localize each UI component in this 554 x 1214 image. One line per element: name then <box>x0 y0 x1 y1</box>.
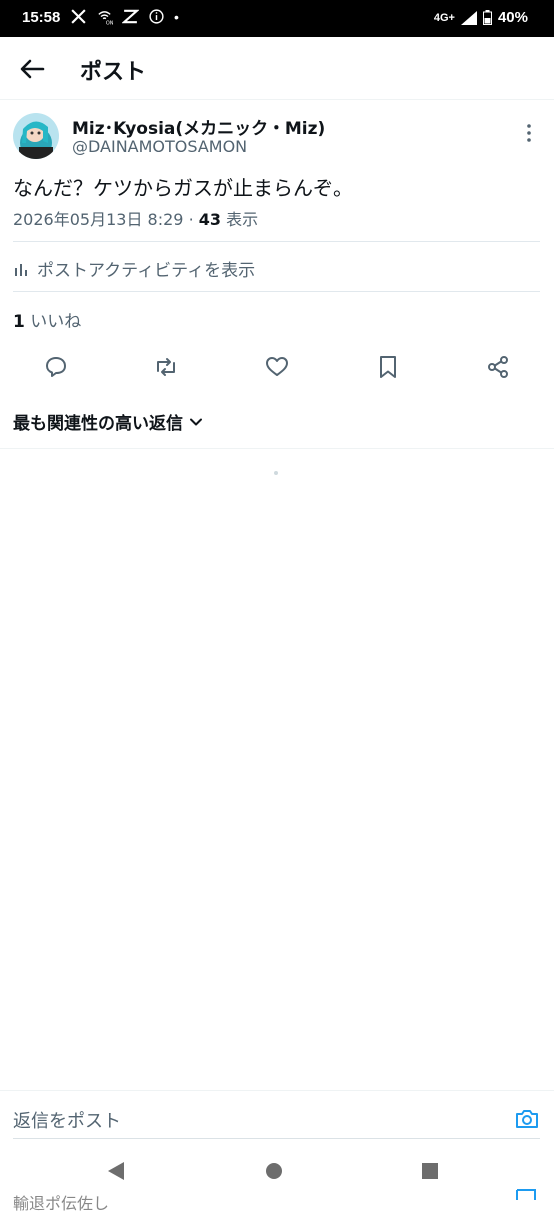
nav-recents-icon[interactable] <box>422 1163 438 1179</box>
bookmark-icon[interactable] <box>375 354 401 380</box>
reply-input-underline <box>13 1138 540 1139</box>
views-label: 表示 <box>226 210 259 229</box>
like-icon[interactable] <box>264 354 290 380</box>
capcut-icon <box>122 9 139 24</box>
avatar-illustration <box>13 113 59 159</box>
battery-icon <box>482 10 492 25</box>
battery-level: 40% <box>497 9 528 26</box>
post-timestamp[interactable]: 2026年05月13日 8:29 <box>13 210 183 229</box>
post-activity-label: ポストアクティビティを表示 <box>37 261 256 281</box>
cutoff-text: 輸退ポ伝佐し <box>13 1194 110 1213</box>
post-text: なんだ？ケツからガスが止まらんぞ。 <box>13 176 353 200</box>
status-bar: 15:58 ON • 4G+ 40% <box>0 0 554 37</box>
status-dot: • <box>174 8 179 25</box>
divider <box>0 448 554 449</box>
x-logo-icon <box>71 9 86 24</box>
cutoff-icon <box>516 1189 536 1200</box>
share-icon[interactable] <box>485 354 511 380</box>
nav-home-icon[interactable] <box>266 1163 282 1179</box>
status-notification-icons: ON • <box>70 8 179 25</box>
camera-icon[interactable] <box>514 1106 540 1132</box>
network-type: 4G+ <box>433 11 455 24</box>
avatar[interactable] <box>13 113 59 159</box>
nav-back-icon[interactable] <box>108 1162 124 1180</box>
views-count: 43 <box>198 210 222 229</box>
meta-separator: · <box>188 210 194 229</box>
page-title: ポスト <box>80 60 147 85</box>
svg-text:ON: ON <box>106 20 113 25</box>
post-action-bar <box>0 354 554 384</box>
repost-icon[interactable] <box>153 354 179 380</box>
info-icon <box>149 9 164 24</box>
reply-sort-label: 最も関連性の高い返信 <box>13 414 183 434</box>
loading-indicator <box>274 471 278 475</box>
analytics-icon <box>15 263 27 276</box>
author-name[interactable]: Miz･Kyosia(メカニック・Miz) <box>72 114 325 139</box>
signal-icon <box>460 10 477 25</box>
wifi-calling-icon: ON <box>98 11 113 25</box>
top-app-bar: ポスト <box>0 37 554 100</box>
chevron-down-icon <box>190 418 202 425</box>
likes-summary[interactable]: 1 いいね <box>13 307 81 332</box>
status-time: 15:58 <box>22 9 61 26</box>
reply-icon[interactable] <box>43 354 69 380</box>
author-handle[interactable]: @DAINAMOTOSAMON <box>72 137 247 156</box>
post-meta: 2026年05月13日 8:29 · 43 表示 <box>13 206 258 230</box>
likes-count: 1 <box>13 312 25 332</box>
more-options-icon[interactable] <box>522 121 536 145</box>
likes-label: いいね <box>30 312 82 332</box>
post-activity-link[interactable]: ポストアクティビティを表示 <box>13 256 255 281</box>
divider <box>13 291 540 292</box>
reply-input[interactable]: 返信をポスト <box>13 1107 121 1133</box>
back-arrow-icon[interactable] <box>18 55 46 83</box>
divider <box>13 241 540 242</box>
reply-sort-dropdown[interactable]: 最も関連性の高い返信 <box>13 409 203 434</box>
